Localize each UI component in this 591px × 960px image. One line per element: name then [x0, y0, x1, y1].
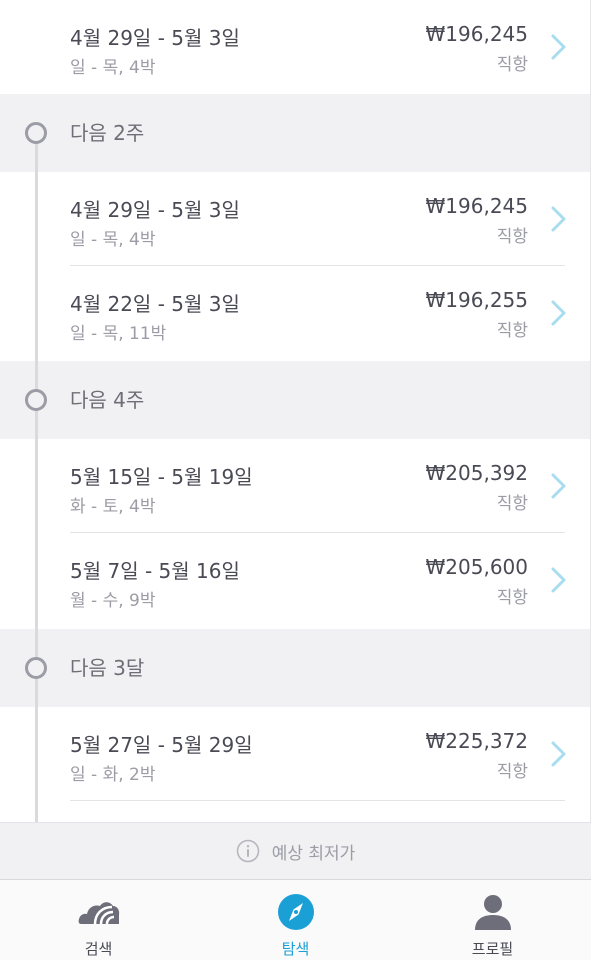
- section-header-next-3-months: 다음 3달: [0, 629, 590, 707]
- result-direct-label: 직항: [496, 494, 528, 514]
- tab-explore[interactable]: 탐색: [197, 880, 394, 960]
- result-days: 일 - 화, 2박: [70, 765, 156, 785]
- banner-text: 예상 최저가: [271, 843, 356, 864]
- result-row[interactable]: 4월 29일 - 5월 3일 일 - 목, 4박 ₩196,245 직항: [0, 0, 590, 94]
- result-row[interactable]: 5월 27일 - 5월 29일 일 - 화, 2박 ₩225,372 직항: [0, 707, 590, 801]
- row-divider: [70, 800, 565, 801]
- result-direct-label: 직항: [496, 588, 528, 608]
- result-days: 월 - 수, 9박: [70, 591, 156, 611]
- result-days: 일 - 목, 4박: [70, 230, 156, 250]
- result-dates: 5월 7일 - 5월 16일: [70, 559, 240, 583]
- timeline-node-icon: [25, 122, 47, 144]
- tab-label: 탐색: [281, 940, 310, 958]
- chevron-right-icon: [551, 300, 566, 326]
- section-label: 다음 2주: [70, 121, 145, 145]
- section-label: 다음 4주: [70, 388, 145, 412]
- profile-icon: [474, 895, 511, 930]
- result-row[interactable]: 5월 7일 - 5월 16일 월 - 수, 9박 ₩205,600 직항: [0, 533, 590, 627]
- timeline-node-icon: [25, 657, 47, 679]
- explore-results-list[interactable]: 4월 29일 - 5월 3일 일 - 목, 4박 ₩196,245 직항 다음 …: [0, 0, 591, 822]
- chevron-right-icon: [551, 206, 566, 232]
- result-direct-label: 직항: [496, 55, 528, 75]
- chevron-right-icon: [551, 741, 566, 767]
- result-price: ₩225,372: [425, 729, 528, 753]
- result-price: ₩205,600: [425, 555, 528, 579]
- timeline-line: [35, 130, 38, 822]
- result-days: 일 - 목, 4박: [70, 58, 156, 78]
- result-days: 일 - 목, 11박: [70, 324, 167, 344]
- result-days: 화 - 토, 4박: [70, 497, 156, 517]
- chevron-right-icon: [551, 34, 566, 60]
- result-dates: 4월 29일 - 5월 3일: [70, 198, 240, 222]
- result-direct-label: 직항: [496, 762, 528, 782]
- result-row[interactable]: 5월 15일 - 5월 19일 화 - 토, 4박 ₩205,392 직항: [0, 439, 590, 533]
- section-header-next-4-weeks: 다음 4주: [0, 361, 590, 439]
- timeline-node-icon: [25, 389, 47, 411]
- result-price: ₩196,255: [425, 288, 528, 312]
- result-row[interactable]: 4월 22일 - 5월 3일 일 - 목, 11박 ₩196,255 직항: [0, 266, 590, 360]
- result-direct-label: 직항: [496, 321, 528, 341]
- result-dates: 4월 29일 - 5월 3일: [70, 26, 240, 50]
- info-icon: [236, 839, 259, 863]
- result-row[interactable]: 4월 29일 - 5월 3일 일 - 목, 4박 ₩196,245 직항: [0, 172, 590, 266]
- tab-search[interactable]: 검색: [0, 880, 197, 960]
- tab-bar: 검색 탐색 프로필: [0, 880, 591, 960]
- cloud-icon: [78, 902, 119, 925]
- result-dates: 4월 22일 - 5월 3일: [70, 292, 240, 316]
- result-dates: 5월 27일 - 5월 29일: [70, 733, 253, 757]
- estimated-price-banner: 예상 최저가: [0, 822, 591, 880]
- chevron-right-icon: [551, 473, 566, 499]
- tab-label: 프로필: [471, 940, 514, 958]
- result-dates: 5월 15일 - 5월 19일: [70, 465, 253, 489]
- result-price: ₩196,245: [425, 22, 528, 46]
- section-header-next-2-weeks: 다음 2주: [0, 94, 590, 172]
- tab-profile[interactable]: 프로필: [394, 880, 591, 960]
- chevron-right-icon: [551, 567, 566, 593]
- tab-label: 검색: [84, 940, 113, 958]
- result-price: ₩205,392: [425, 461, 528, 485]
- result-price: ₩196,245: [425, 194, 528, 218]
- result-direct-label: 직항: [496, 227, 528, 247]
- section-label: 다음 3달: [70, 656, 145, 680]
- compass-icon: [277, 894, 314, 930]
